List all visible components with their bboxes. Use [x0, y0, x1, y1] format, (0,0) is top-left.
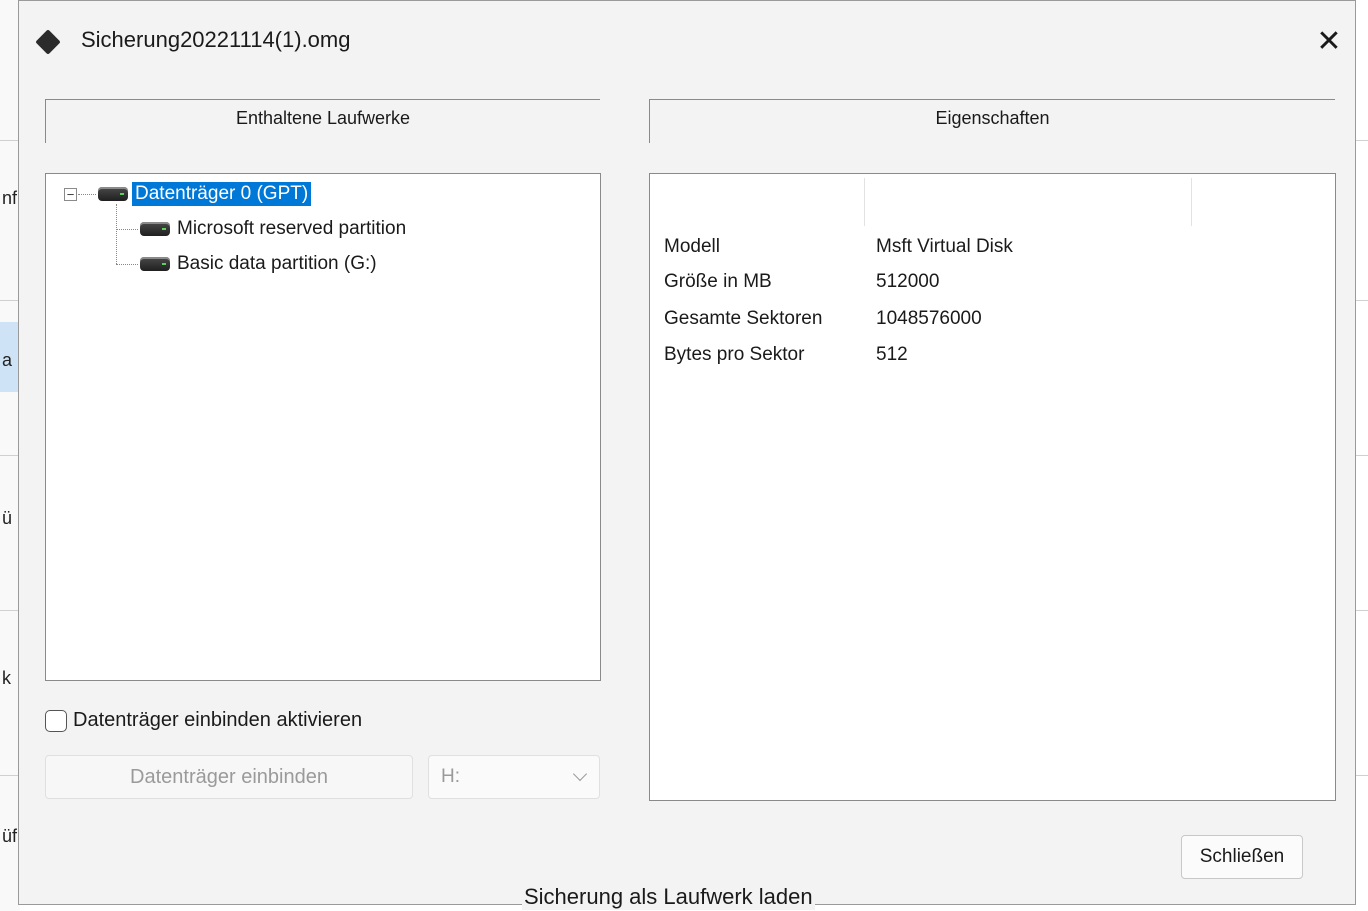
mount-enable-label: Datenträger einbinden aktivieren: [73, 709, 363, 731]
tree-item-label: Datenträger 0 (GPT): [132, 182, 312, 206]
background-divider: [1356, 300, 1368, 301]
background-text: a: [2, 350, 13, 370]
background-divider: [0, 455, 20, 456]
chevron-down-icon: [572, 766, 588, 782]
property-value: 1048576000: [876, 308, 982, 329]
background-divider: [1356, 140, 1368, 141]
properties-list: Modell Msft Virtual Disk Größe in MB 512…: [649, 173, 1336, 801]
property-key: Bytes pro Sektor: [664, 344, 805, 365]
drive-letter-select[interactable]: H:: [428, 755, 600, 799]
tree-item-partition[interactable]: Basic data partition (G:): [140, 249, 380, 279]
background-text: k: [2, 668, 11, 688]
app-diamond-icon: [35, 29, 61, 55]
background-divider: [0, 610, 20, 611]
close-dialog-button[interactable]: Schließen: [1181, 835, 1303, 879]
status-caption: Sicherung als Laufwerk laden: [522, 884, 815, 910]
property-value: 512: [876, 344, 908, 365]
property-key: Größe in MB: [664, 271, 772, 292]
property-value: Msft Virtual Disk: [876, 236, 1013, 257]
backup-dialog: Sicherung20221114(1).omg ✕ Enthaltene La…: [18, 0, 1356, 905]
background-divider: [1356, 610, 1368, 611]
tree-connector: [78, 194, 96, 195]
collapse-icon[interactable]: −: [64, 188, 77, 201]
property-row: Bytes pro Sektor 512: [664, 344, 908, 366]
background-divider: [0, 300, 20, 301]
window-title: Sicherung20221114(1).omg: [81, 27, 351, 52]
window-close-button[interactable]: ✕: [1303, 15, 1355, 67]
column-separator: [864, 178, 865, 226]
tree-connector: [116, 204, 117, 264]
tree-item-partition[interactable]: Microsoft reserved partition: [140, 214, 409, 244]
dialog-content: Enthaltene Laufwerke − Datenträger 0 (GP…: [45, 79, 1336, 801]
tree-connector: [116, 264, 138, 265]
close-icon: ✕: [1316, 24, 1342, 58]
background-divider: [1356, 775, 1368, 776]
hard-disk-icon: [98, 187, 128, 201]
drives-section-header: Enthaltene Laufwerke: [45, 99, 600, 143]
background-text: üf: [2, 826, 18, 846]
property-row: Größe in MB 512000: [664, 271, 939, 293]
property-key: Gesamte Sektoren: [664, 308, 823, 329]
tree-item-label: Basic data partition (G:): [177, 253, 377, 274]
property-row: Modell Msft Virtual Disk: [664, 236, 1013, 258]
property-value: 512000: [876, 271, 940, 292]
title-bar[interactable]: Sicherung20221114(1).omg ✕: [19, 1, 1355, 79]
tree-connector: [116, 229, 138, 230]
background-text: nf: [2, 188, 18, 208]
hard-disk-icon: [140, 257, 170, 271]
properties-section-header: Eigenschaften: [649, 99, 1335, 143]
tree-item-label: Microsoft reserved partition: [177, 218, 407, 239]
property-row: Gesamte Sektoren 1048576000: [664, 308, 982, 330]
property-key: Modell: [664, 236, 720, 257]
background-right-column: [1356, 0, 1368, 911]
mount-enable-option[interactable]: Datenträger einbinden aktivieren: [45, 709, 362, 732]
background-divider: [0, 140, 20, 141]
mount-enable-checkbox[interactable]: [45, 709, 67, 732]
background-text: ü: [2, 508, 13, 528]
background-divider: [0, 775, 20, 776]
hard-disk-icon: [140, 222, 170, 236]
drive-letter-value: H:: [441, 766, 460, 787]
drive-tree[interactable]: − Datenträger 0 (GPT) Microsoft reserved…: [45, 173, 601, 681]
tree-item-disk-0[interactable]: Datenträger 0 (GPT): [98, 179, 312, 209]
background-divider: [1356, 455, 1368, 456]
mount-disk-button[interactable]: Datenträger einbinden: [45, 755, 413, 799]
column-separator: [1191, 178, 1192, 226]
